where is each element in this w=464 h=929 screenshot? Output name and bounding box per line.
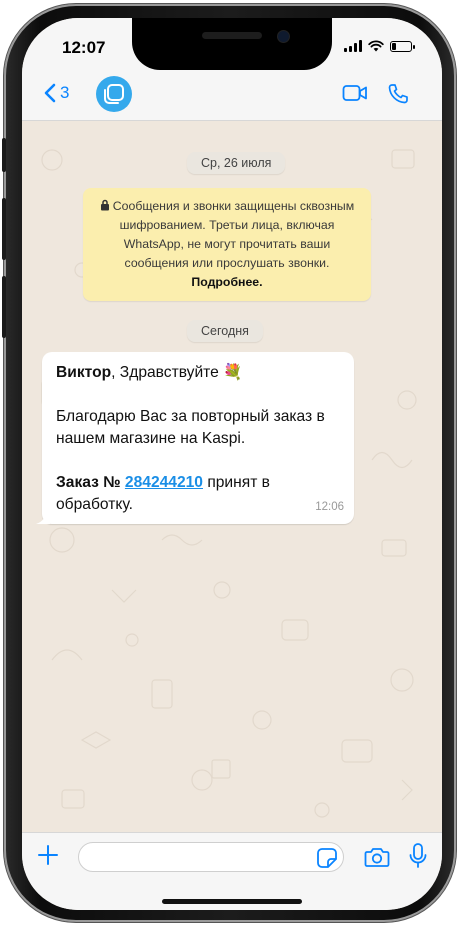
camera-icon[interactable] [364,846,390,868]
encryption-text: Сообщения и звонки защищены сквозным шиф… [112,199,355,270]
phone-icon[interactable] [387,83,409,105]
message-body: Благодарю Вас за повторный заказ в нашем… [56,408,325,447]
home-indicator[interactable] [162,899,302,904]
learn-more-link[interactable]: Подробнее. [191,275,262,289]
greeting-text: , Здравствуйте [111,364,219,381]
chevron-left-icon [44,83,56,103]
incoming-message[interactable]: Виктор, Здравствуйте 💐 Благодарю Вас за … [36,352,354,524]
date-separator: Ср, 26 июля [187,152,286,174]
date-separator-today: Сегодня [187,320,263,342]
battery-icon [390,40,415,52]
message-tail [36,510,50,524]
encryption-notice[interactable]: Сообщения и звонки защищены сквозным шиф… [83,188,371,301]
lock-icon [100,199,109,211]
microphone-icon[interactable] [408,842,428,870]
signal-icon [344,40,362,52]
wifi-icon [368,40,384,52]
screen: 12:07 3 Ср, 26 июля Сообщения и звонки з… [22,18,442,910]
message-time: 12:06 [315,501,344,513]
volume-up-button [2,198,6,260]
mute-switch [2,138,6,172]
square-logo-icon [104,84,124,104]
avatar[interactable] [96,76,132,112]
order-label: Заказ № [56,474,121,491]
chat-header: 3 [22,68,442,121]
message-input[interactable] [78,842,344,872]
unread-count: 3 [60,83,70,102]
input-bar [22,832,442,910]
bouquet-emoji: 💐 [223,364,243,381]
plus-icon[interactable] [36,843,60,867]
status-time: 12:07 [62,38,106,57]
video-camera-icon[interactable] [342,83,368,103]
notch [132,18,332,70]
order-number-link[interactable]: 284244210 [125,474,203,491]
volume-down-button [2,276,6,338]
customer-name: Виктор [56,364,112,381]
chat-area[interactable]: Ср, 26 июля Сообщения и звонки защищены … [22,120,442,832]
back-button[interactable]: 3 [44,83,69,103]
sticker-icon[interactable] [316,847,338,869]
